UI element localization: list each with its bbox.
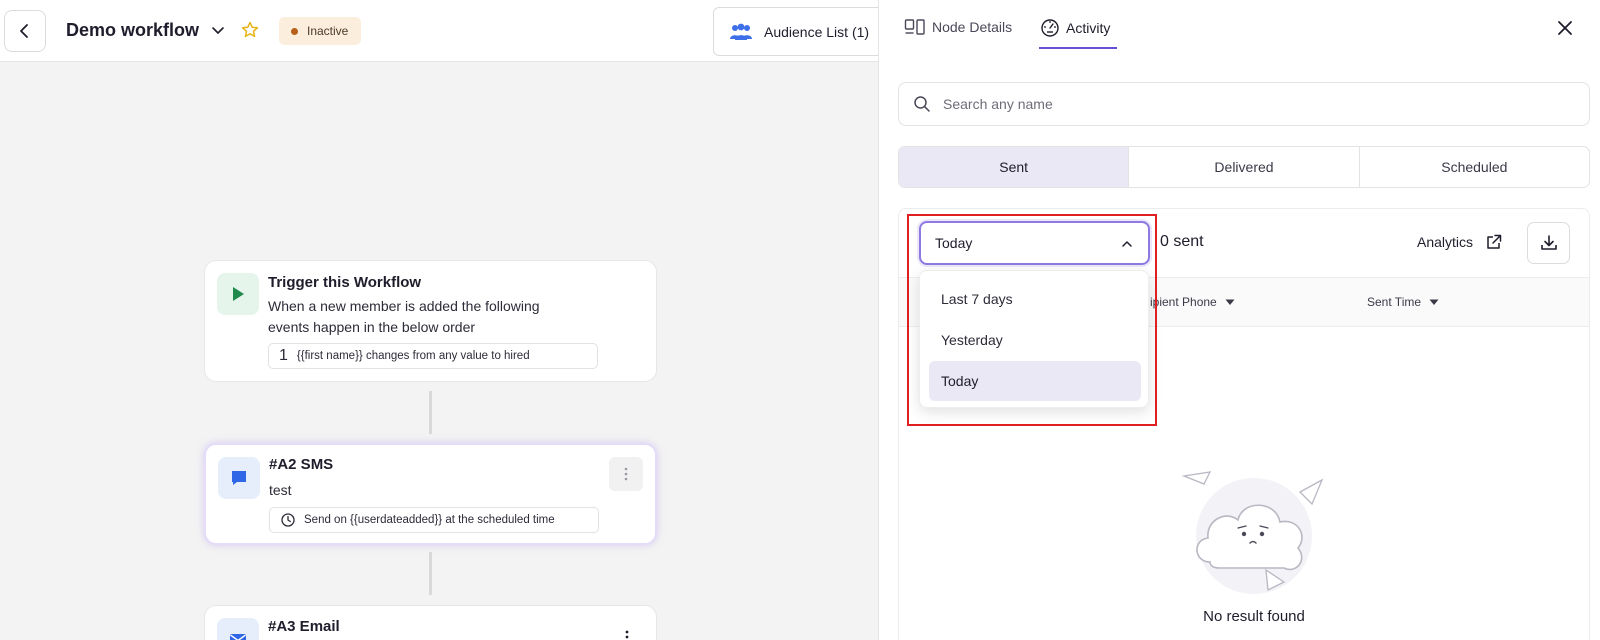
search-box	[898, 82, 1590, 126]
mail-icon	[230, 634, 246, 640]
column-sent-time-label: Sent Time	[1367, 295, 1422, 309]
email-node-menu-button[interactable]	[610, 620, 644, 640]
search-input[interactable]	[943, 96, 1543, 112]
sms-node-menu-button[interactable]	[609, 457, 643, 491]
segment-sent[interactable]: Sent	[899, 147, 1130, 187]
rule-text: {{first name}} changes from any value to…	[296, 350, 530, 362]
connector-line	[429, 552, 432, 595]
star-icon[interactable]	[240, 20, 260, 40]
status-dot	[291, 27, 298, 35]
connector-line	[429, 391, 432, 434]
back-button[interactable]	[4, 10, 46, 52]
column-recipient-phone[interactable]: ipient Phone	[1150, 295, 1235, 309]
download-icon	[1540, 235, 1557, 250]
gauge-icon	[1041, 19, 1059, 37]
search-icon	[914, 96, 930, 112]
more-vertical-icon	[625, 630, 629, 639]
email-node[interactable]: #A3 Email	[204, 605, 657, 640]
chevron-down-icon[interactable]	[210, 22, 226, 38]
empty-state-text: No result found	[1203, 608, 1305, 625]
chevron-left-icon	[20, 24, 28, 38]
more-vertical-icon	[624, 467, 628, 481]
workflow-title: Demo workflow	[66, 20, 200, 40]
sent-count: 0 sent	[1160, 233, 1204, 250]
trigger-rule-chip: 1 {{first name}} changes from any value …	[268, 343, 598, 369]
trigger-title: Trigger this Workflow	[268, 274, 422, 291]
caret-down-icon	[1225, 299, 1235, 305]
people-icon	[730, 23, 752, 40]
status-label: Inactive	[307, 24, 349, 38]
column-sent-time[interactable]: Sent Time	[1367, 295, 1439, 309]
close-icon[interactable]	[1557, 20, 1573, 36]
audience-list-button[interactable]: Audience List (1)	[713, 7, 893, 56]
external-link-icon	[1487, 234, 1502, 249]
trigger-desc-line1: When a new member is added the following	[268, 298, 540, 314]
chat-icon	[232, 471, 246, 485]
audience-list-label: Audience List (1)	[764, 23, 870, 40]
tab-node-details-label: Node Details	[932, 19, 1013, 35]
top-bar: Demo workflow Inactive Audience List (1)	[0, 0, 893, 62]
sms-icon-wrap	[218, 457, 260, 499]
status-segmented-control: Sent Delivered Scheduled	[898, 146, 1590, 188]
cloud-illustration	[1181, 471, 1324, 594]
tab-activity-label: Activity	[1066, 20, 1111, 36]
layout-icon	[904, 19, 925, 35]
tab-activity[interactable]: Activity	[1040, 18, 1110, 38]
sms-desc: test	[269, 482, 292, 498]
play-icon	[233, 287, 244, 301]
sms-node[interactable]: #A2 SMS test Send on {{userdateadded}} a…	[204, 443, 657, 545]
email-title: #A3 Email	[268, 618, 340, 635]
tab-node-details[interactable]: Node Details	[904, 18, 1012, 36]
analytics-label: Analytics	[1417, 234, 1474, 250]
caret-down-icon	[1429, 299, 1439, 305]
download-button[interactable]	[1527, 222, 1570, 264]
trigger-icon-wrap	[217, 273, 259, 315]
analytics-link[interactable]: Analytics	[1417, 233, 1503, 251]
sms-title: #A2 SMS	[269, 456, 334, 473]
segment-scheduled[interactable]: Scheduled	[1360, 147, 1589, 187]
status-badge: Inactive	[279, 17, 362, 45]
active-tab-indicator	[1039, 47, 1117, 49]
clock-icon	[281, 513, 295, 527]
sms-schedule-chip: Send on {{userdateadded}} at the schedul…	[269, 507, 599, 533]
sms-schedule-text: Send on {{userdateadded}} at the schedul…	[304, 514, 555, 526]
email-icon-wrap	[217, 618, 259, 640]
trigger-node[interactable]: Trigger this Workflow When a new member …	[204, 260, 657, 382]
column-recipient-phone-label: ipient Phone	[1150, 295, 1217, 309]
highlight-box	[907, 214, 1157, 426]
rule-number: 1	[279, 347, 288, 364]
segment-delivered[interactable]: Delivered	[1129, 147, 1360, 187]
trigger-desc-line2: events happen in the below order	[268, 319, 476, 335]
